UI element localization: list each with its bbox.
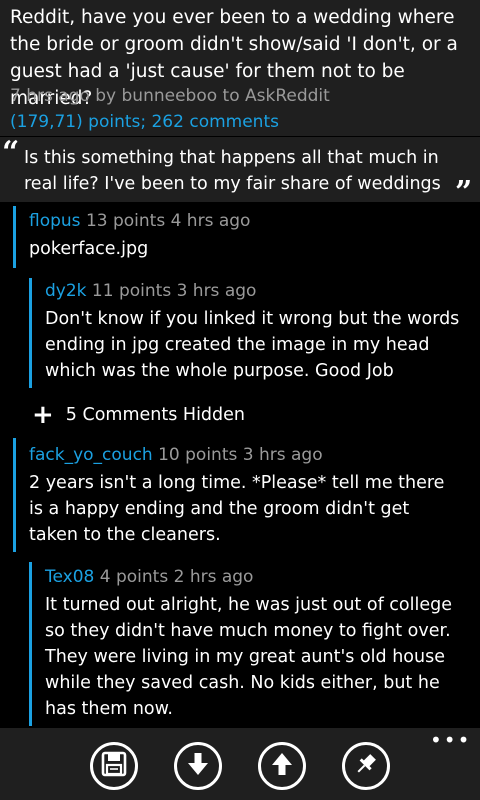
- comment-depth-bar: [29, 562, 32, 726]
- comment-header: Tex08 4 points 2 hrs ago: [45, 565, 253, 589]
- comment-header: flopus 13 points 4 hrs ago: [29, 209, 250, 233]
- plus-icon: +: [32, 400, 54, 430]
- post-meta: 7 hrs ago by bunneeboo to AskReddit: [10, 86, 330, 106]
- post-selftext: Is this something that happens all that …: [24, 148, 441, 194]
- comment-header: fack_yo_couch 10 points 3 hrs ago: [29, 443, 323, 467]
- downvote-button[interactable]: [174, 742, 222, 790]
- comment-body: It turned out alright, he was just out o…: [45, 595, 452, 719]
- comment-body: pokerface.jpg: [29, 239, 149, 259]
- save-button[interactable]: [90, 742, 138, 790]
- post-header[interactable]: Reddit, have you ever been to a wedding …: [0, 0, 480, 136]
- comment-author[interactable]: flopus: [29, 211, 81, 231]
- comment-info: 11 points 3 hrs ago: [91, 281, 257, 301]
- downvote-icon: [185, 751, 211, 781]
- upvote-button[interactable]: [258, 742, 306, 790]
- comment-header: dy2k 11 points 3 hrs ago: [45, 279, 256, 303]
- pin-icon: [353, 751, 379, 781]
- comment-author[interactable]: Tex08: [45, 567, 94, 587]
- quote-close-icon: ”: [455, 175, 473, 210]
- upvote-icon: [269, 751, 295, 781]
- comment-body: Don't know if you linked it wrong but th…: [45, 309, 460, 381]
- comment-depth-bar: [13, 438, 16, 552]
- more-options-icon[interactable]: •••: [430, 730, 471, 750]
- pin-button[interactable]: [342, 742, 390, 790]
- comment-depth-bar: [29, 278, 32, 388]
- comment-info: 10 points 3 hrs ago: [158, 445, 323, 465]
- comment-author[interactable]: fack_yo_couch: [29, 445, 153, 465]
- app-bar: •••: [0, 728, 480, 800]
- hidden-comments-toggle[interactable]: + 5 Comments Hidden: [32, 401, 245, 429]
- comment-info: 13 points 4 hrs ago: [85, 211, 251, 231]
- comment-depth-bar: [13, 206, 16, 268]
- save-icon: [101, 751, 127, 781]
- comment-info: 4 points 2 hrs ago: [99, 567, 254, 587]
- comment-author[interactable]: dy2k: [45, 281, 87, 301]
- hidden-comments-label: 5 Comments Hidden: [65, 405, 246, 425]
- post-stats[interactable]: (179,71) points; 262 comments: [10, 110, 279, 134]
- quote-open-icon: “: [2, 135, 20, 170]
- comment-body: 2 years isn't a long time. *Please* tell…: [29, 473, 445, 545]
